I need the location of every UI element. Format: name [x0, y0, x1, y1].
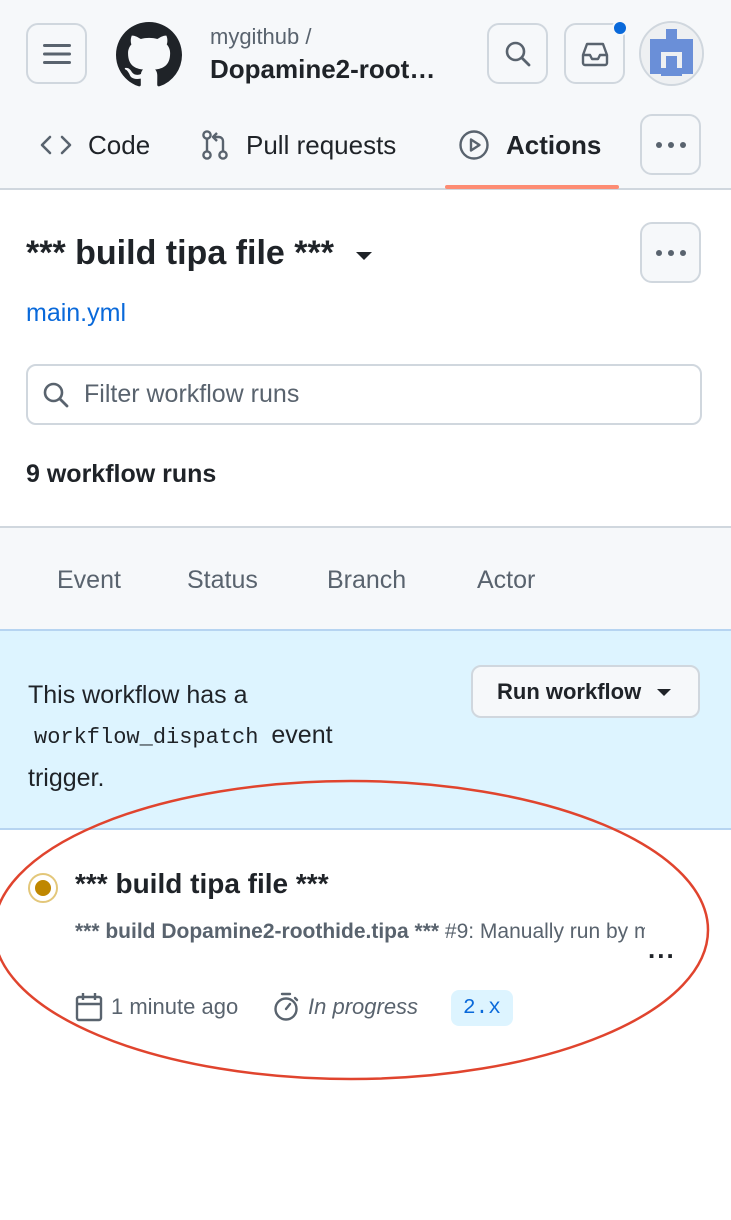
- filter-runs-input[interactable]: [84, 380, 684, 409]
- run-time-label: 1 minute ago: [111, 994, 239, 1019]
- repo-header: mygithub / Dopamine2-roothide Code Pull …: [0, 0, 731, 190]
- filter-actor[interactable]: Actor: [477, 566, 535, 595]
- tab-pull-requests-label: Pull requests: [246, 129, 397, 160]
- menu-button[interactable]: [26, 23, 87, 84]
- workflow-title-dropdown[interactable]: *** build tipa file ***: [26, 234, 372, 273]
- run-subtitle: *** build Dopamine2-roothide.tipa *** #9…: [75, 920, 645, 944]
- workflow-run-row[interactable]: *** build tipa file *** *** build Dopami…: [0, 830, 731, 1050]
- git-pull-request-icon: [202, 130, 228, 160]
- dispatch-event-code: workflow_dispatch: [34, 725, 259, 750]
- more-tabs-button[interactable]: [640, 114, 701, 175]
- run-more-button[interactable]: ...: [648, 934, 676, 965]
- run-workflow-button[interactable]: Run workflow: [471, 665, 700, 718]
- kebab-horizontal-icon: [655, 249, 686, 256]
- run-duration: In progress: [272, 992, 418, 1022]
- run-workflow-label: Run workflow: [497, 678, 642, 704]
- run-trigger-info: #9: Manually run by mygithub: [444, 920, 645, 943]
- filter-branch[interactable]: Branch: [327, 566, 406, 595]
- identicon-avatar: [641, 23, 702, 84]
- hamburger-icon: [42, 43, 71, 64]
- run-title[interactable]: *** build tipa file ***: [75, 868, 329, 900]
- search-button[interactable]: [487, 23, 548, 84]
- workflow-dispatch-banner: This workflow has a workflow_dispatch ev…: [0, 631, 731, 830]
- play-icon: [459, 130, 489, 160]
- in-progress-status-icon: [28, 873, 58, 903]
- search-icon: [43, 382, 69, 407]
- triangle-down-icon: [355, 251, 372, 260]
- run-commit-message: *** build Dopamine2-roothide.tipa ***: [75, 920, 440, 943]
- search-icon: [505, 41, 530, 66]
- repo-owner-link[interactable]: mygithub /: [210, 24, 312, 50]
- active-tab-indicator: [445, 185, 619, 189]
- dispatch-text-before: This workflow has a: [28, 681, 248, 709]
- filter-event[interactable]: Event: [57, 566, 121, 595]
- stopwatch-icon: [274, 992, 299, 1021]
- tab-code[interactable]: Code: [40, 120, 150, 170]
- tab-pull-requests[interactable]: Pull requests: [200, 120, 396, 170]
- workflow-runs-count: 9 workflow runs: [26, 460, 217, 488]
- triangle-down-icon: [657, 689, 672, 696]
- filter-runs-field[interactable]: [26, 364, 702, 425]
- notification-indicator: [612, 20, 628, 36]
- dispatch-message: This workflow has a workflow_dispatch ev…: [28, 675, 388, 798]
- tab-actions-label: Actions: [506, 129, 602, 160]
- tab-actions[interactable]: Actions: [458, 120, 601, 170]
- workflow-file-link[interactable]: main.yml: [26, 299, 126, 328]
- run-time: 1 minute ago: [75, 992, 238, 1022]
- tab-code-label: Code: [88, 129, 151, 160]
- calendar-icon: [75, 993, 103, 1022]
- branch-tag[interactable]: 2.x: [451, 990, 513, 1026]
- code-icon: [40, 135, 72, 155]
- inbox-icon: [581, 42, 608, 66]
- avatar[interactable]: [639, 21, 704, 86]
- filter-status[interactable]: Status: [187, 566, 258, 595]
- run-filters-bar: Event Status Branch Actor: [0, 526, 731, 631]
- kebab-horizontal-icon: [655, 141, 686, 148]
- run-status-label: In progress: [308, 994, 419, 1019]
- repo-name-link[interactable]: Dopamine2-roothide: [210, 54, 450, 85]
- github-logo[interactable]: [116, 22, 182, 88]
- workflow-title: *** build tipa file ***: [26, 234, 334, 272]
- workflow-more-button[interactable]: [640, 222, 701, 283]
